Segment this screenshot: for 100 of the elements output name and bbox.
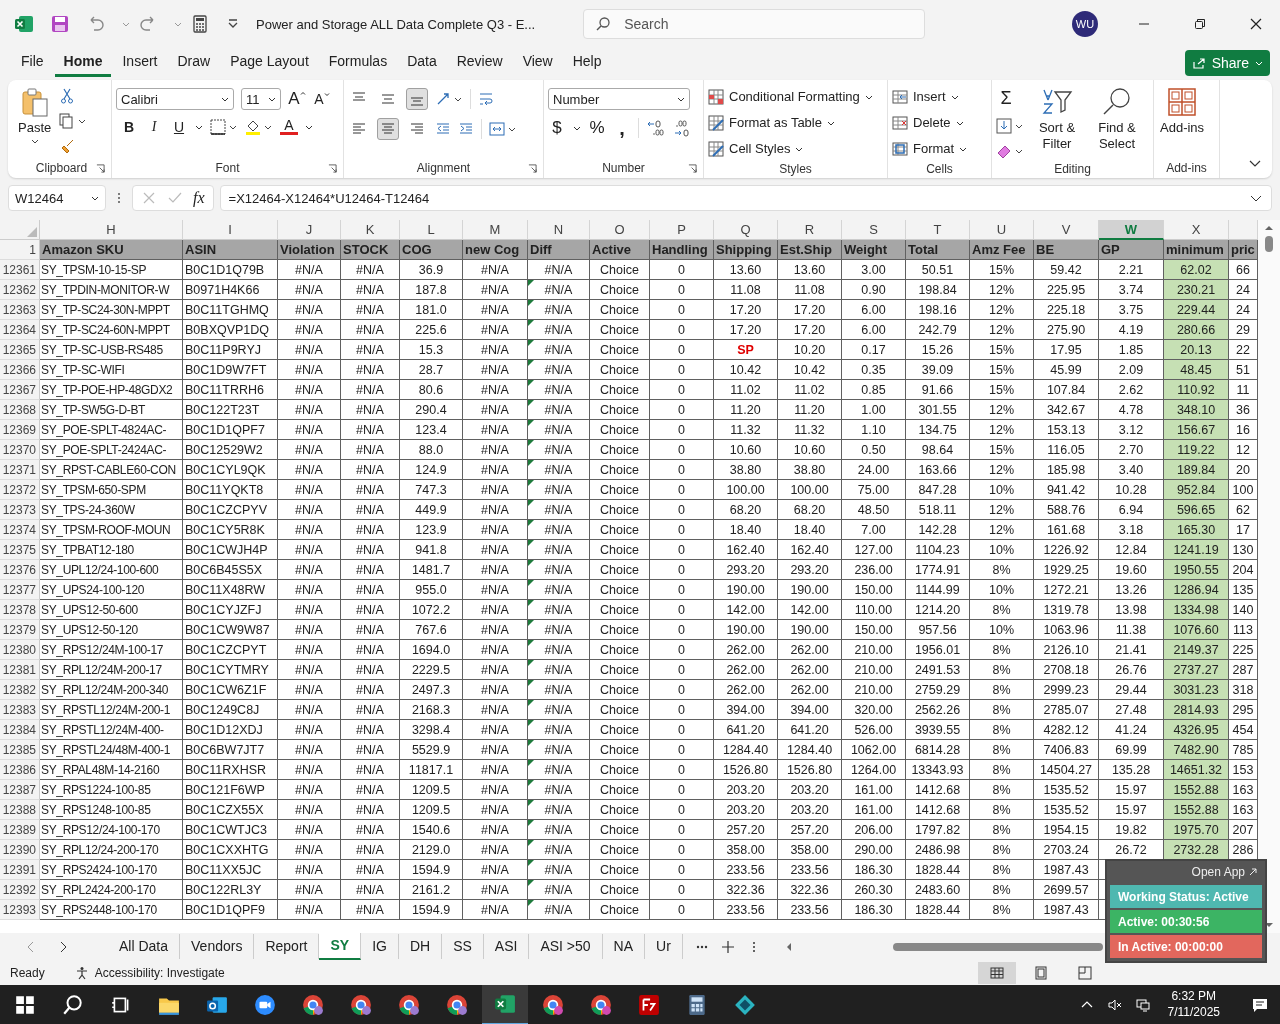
row-header[interactable]: 12382 [0,680,40,700]
row-header[interactable]: 12393 [0,900,40,920]
add-sheet-icon[interactable] [720,939,735,954]
ribbon-tab[interactable]: Draw [168,49,220,77]
windows-logo-icon[interactable] [14,993,36,1016]
cut-icon[interactable] [59,88,76,104]
row-header[interactable]: 12387 [0,780,40,800]
underline-button[interactable]: U [170,118,188,135]
column-header[interactable]: I [183,220,278,240]
row-header[interactable]: 12364 [0,320,40,340]
row-header[interactable]: 12391 [0,860,40,880]
error-indicator-icon[interactable] [528,680,534,686]
row-header[interactable]: 12383 [0,700,40,720]
row-header[interactable]: 12369 [0,420,40,440]
row-header[interactable]: 12378 [0,600,40,620]
cells-menu-button[interactable]: Format [892,137,968,160]
copy-icon[interactable] [59,113,88,129]
scroll-down-icon[interactable] [1265,921,1273,929]
app-icon[interactable] [638,993,660,1016]
normal-view-button[interactable] [978,961,1016,984]
column-header[interactable]: O [590,220,650,240]
row-header[interactable]: 12362 [0,280,40,300]
error-indicator-icon[interactable] [528,740,534,746]
error-indicator-icon[interactable] [528,300,534,306]
browser-icon[interactable] [542,993,564,1016]
paste-button[interactable]: Paste [16,86,54,145]
styles-menu-button[interactable]: Format as Table [708,111,835,134]
column-header[interactable]: T [906,220,970,240]
bold-button[interactable]: B [120,118,138,135]
user-avatar[interactable]: WU [1072,11,1098,37]
wrap-text-icon[interactable] [478,91,494,107]
video-app-icon[interactable] [254,993,276,1016]
percent-format-button[interactable]: % [588,118,606,138]
clock-date[interactable]: 7/11/2025 [1167,1004,1220,1021]
error-indicator-icon[interactable] [528,840,534,846]
row-header[interactable]: 12390 [0,840,40,860]
error-indicator-icon[interactable] [528,620,534,626]
search-field[interactable]: Search [583,9,926,39]
column-header[interactable]: Q [714,220,778,240]
row-header[interactable]: 1 [0,240,40,260]
scroll-up-icon[interactable] [1265,224,1273,232]
row-header[interactable]: 12372 [0,480,40,500]
error-indicator-icon[interactable] [528,340,534,346]
column-header[interactable]: L [400,220,463,240]
speaker-muted-icon[interactable] [1107,997,1122,1012]
error-indicator-icon[interactable] [528,700,534,706]
sheet-tab[interactable]: ASI >50 [529,934,603,959]
accessibility-icon[interactable] [74,965,89,980]
error-indicator-icon[interactable] [528,780,534,786]
column-header[interactable]: K [341,220,400,240]
ribbon-tab[interactable]: Home [54,49,112,77]
horizontal-align-button[interactable] [377,118,399,140]
error-indicator-icon[interactable] [528,400,534,406]
dialog-launcher-icon[interactable] [96,164,105,173]
error-indicator-icon[interactable] [528,420,534,426]
row-header[interactable]: 12389 [0,820,40,840]
error-indicator-icon[interactable] [528,660,534,666]
column-header[interactable]: X [1164,220,1229,240]
column-header[interactable]: H [40,220,183,240]
ribbon-tab[interactable]: View [513,49,562,77]
sheet-tab[interactable]: Vendors [180,934,255,959]
network-icon[interactable] [1135,997,1150,1012]
error-indicator-icon[interactable] [528,320,534,326]
row-header[interactable]: 12386 [0,760,40,780]
ribbon-tab[interactable]: Insert [113,49,167,77]
calculator-icon[interactable] [190,14,210,34]
search-icon[interactable] [62,993,84,1016]
row-header[interactable]: 12367 [0,380,40,400]
ribbon-tab[interactable]: Review [447,49,512,77]
row-header[interactable]: 12384 [0,720,40,740]
sort-filter-button[interactable]: Sort & Filter [1030,86,1084,153]
error-indicator-icon[interactable] [528,860,534,866]
error-indicator-icon[interactable] [528,480,534,486]
font-color-button[interactable]: A [280,118,298,135]
row-header[interactable]: 12380 [0,640,40,660]
calculator-icon[interactable] [686,993,708,1016]
row-header[interactable]: 12363 [0,300,40,320]
row-header[interactable]: 12392 [0,880,40,900]
save-icon[interactable] [50,14,70,34]
notification-icon[interactable] [1252,996,1268,1013]
dialog-launcher-icon[interactable] [688,164,697,173]
diamond-app-icon[interactable] [734,993,756,1016]
grow-font-button[interactable]: A [288,89,306,109]
sheet-tab[interactable]: Ur [645,934,683,959]
name-box[interactable]: W12464 [8,185,106,211]
error-indicator-icon[interactable] [528,900,534,906]
row-header[interactable]: 12385 [0,740,40,760]
sheet-tab[interactable]: SS [442,934,484,959]
row-header[interactable]: 12365 [0,340,40,360]
column-header[interactable]: M [463,220,528,240]
sheet-tab[interactable]: ASI [483,934,530,959]
row-header[interactable]: 12381 [0,660,40,680]
browser-icon[interactable] [302,993,324,1016]
browser-icon[interactable] [398,993,420,1016]
ribbon-tab[interactable]: Help [563,49,611,77]
row-header[interactable]: 12388 [0,800,40,820]
ribbon-tab[interactable]: Page Layout [221,49,318,77]
ribbon-tab[interactable]: Data [398,49,446,77]
row-header[interactable]: 12366 [0,360,40,380]
format-painter-icon[interactable] [59,138,76,154]
